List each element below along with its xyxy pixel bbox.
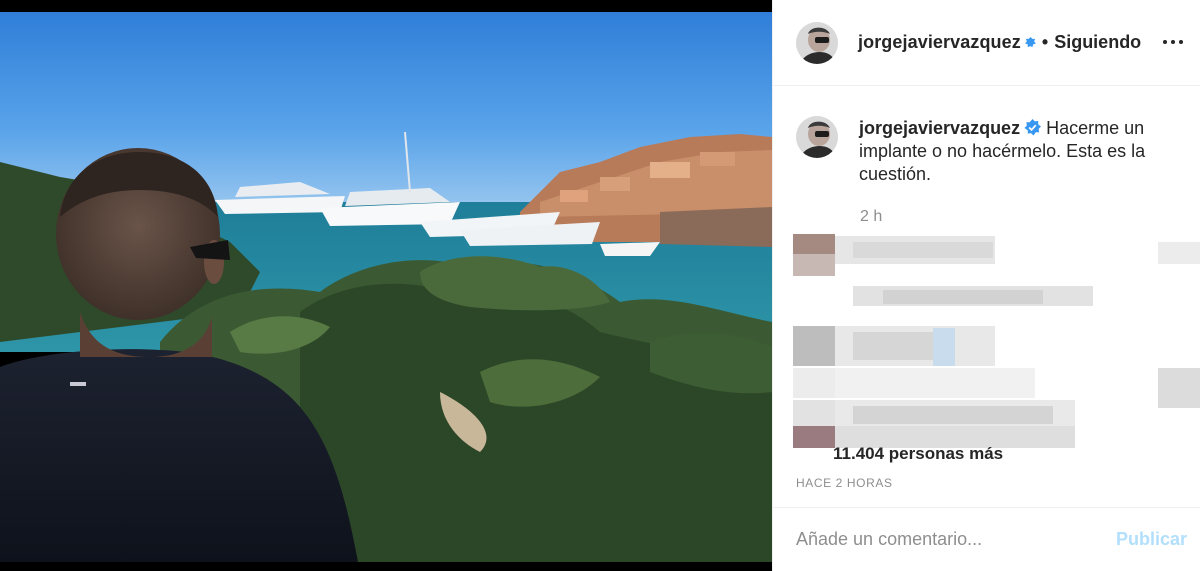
verified-badge-icon — [1024, 37, 1036, 48]
likes-count[interactable]: 11.404 personas más — [833, 444, 1003, 464]
post-sidebar: jorgejaviervazquez • Siguiendo jorgejavi… — [772, 0, 1200, 571]
avatar-image — [796, 116, 838, 158]
post-header: jorgejaviervazquez • Siguiendo — [773, 0, 1200, 86]
post-photo[interactable] — [0, 12, 772, 562]
caption-username[interactable]: jorgejaviervazquez — [859, 118, 1020, 138]
author-username[interactable]: jorgejaviervazquez — [858, 32, 1021, 53]
caption-avatar[interactable] — [796, 116, 838, 158]
dot-icon — [1171, 40, 1175, 44]
dot-icon — [1179, 40, 1183, 44]
comment-bar: Publicar — [773, 507, 1200, 571]
post-media — [0, 0, 772, 571]
harbor-photo — [0, 12, 772, 562]
avatar-image — [796, 21, 838, 64]
caption-time: 2 h — [860, 208, 883, 225]
more-options-icon[interactable] — [1159, 28, 1187, 56]
comment-input[interactable] — [796, 529, 1116, 550]
caption-body: jorgejaviervazquez Hacerme un implante o … — [859, 117, 1179, 186]
following-button[interactable]: Siguiendo — [1054, 32, 1141, 53]
verified-badge-icon — [1024, 119, 1042, 136]
post-age: HACE 2 HORAS — [796, 476, 893, 490]
dot-icon — [1163, 40, 1167, 44]
pixelated-comments — [793, 228, 1200, 458]
post-caption: jorgejaviervazquez Hacerme un implante o … — [796, 116, 1181, 186]
publish-button[interactable]: Publicar — [1116, 529, 1187, 550]
author-avatar[interactable] — [796, 21, 838, 64]
header-separator: • — [1041, 32, 1049, 52]
